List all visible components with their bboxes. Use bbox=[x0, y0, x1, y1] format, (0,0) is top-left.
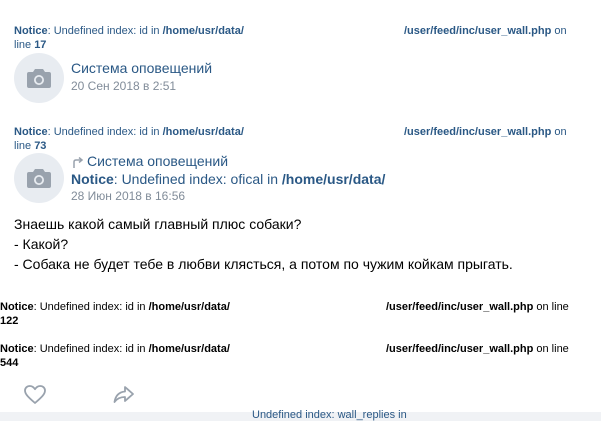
notice-line-prefix: line bbox=[14, 39, 35, 51]
notice-file: /user/feed/inc/user_wall.php bbox=[404, 126, 552, 138]
notice-text: : Undefined index: id in bbox=[47, 25, 163, 37]
php-notice-3-line: 122 bbox=[0, 315, 18, 328]
notice-file: /user/feed/inc/user_wall.php bbox=[386, 301, 534, 313]
php-notice-3-file: /user/feed/inc/user_wall.php on line bbox=[386, 301, 569, 314]
php-notice-4-line: 544 bbox=[0, 357, 18, 370]
notice-on: on line bbox=[533, 301, 569, 313]
notice-path: /home/usr/data/ bbox=[148, 301, 230, 313]
notice-label: Notice bbox=[14, 126, 48, 138]
camera-icon bbox=[27, 69, 51, 88]
php-notice-2-file: /user/feed/inc/user_wall.php on bbox=[404, 126, 567, 139]
notice-text: : Undefined index: id in bbox=[33, 343, 149, 355]
post-author-link[interactable]: Система оповещений bbox=[87, 153, 228, 169]
notice-on: on bbox=[551, 25, 567, 37]
notice-file: /user/feed/inc/user_wall.php bbox=[404, 25, 552, 37]
notice-label: Notice bbox=[0, 301, 34, 313]
notice-line: 17 bbox=[34, 39, 47, 51]
php-notice-4: Notice: Undefined index: id in /home/usr… bbox=[0, 343, 230, 356]
notice-path: /home/usr/data/ bbox=[162, 25, 244, 37]
notice-line-prefix: line bbox=[14, 140, 35, 152]
php-notice-4-file: /user/feed/inc/user_wall.php on line bbox=[386, 343, 569, 356]
php-notice-1-line: line 17 bbox=[14, 39, 46, 52]
notice-text: : Undefined index: ofical in bbox=[113, 171, 282, 187]
notice-line: 544 bbox=[0, 357, 19, 369]
notice-path: /home/usr/data/ bbox=[281, 171, 386, 187]
notice-file: /user/feed/inc/user_wall.php bbox=[386, 343, 534, 355]
php-notice-1: Notice: Undefined index: id in /home/usr… bbox=[14, 25, 244, 38]
notice-line: 122 bbox=[0, 315, 19, 327]
post-text-line: - Собака не будет тебе в любви клясться,… bbox=[14, 256, 513, 272]
notice-on: on bbox=[551, 126, 567, 138]
avatar[interactable] bbox=[14, 53, 64, 103]
php-notice-2: Notice: Undefined index: id in /home/usr… bbox=[14, 126, 244, 139]
php-notice-3: Notice: Undefined index: id in /home/usr… bbox=[0, 301, 230, 314]
notice-text: : Undefined index: id in bbox=[47, 126, 163, 138]
avatar[interactable] bbox=[14, 153, 64, 203]
php-notice-2-line: line 73 bbox=[14, 140, 46, 153]
post-author-link[interactable]: Система оповещений bbox=[71, 60, 212, 76]
share-icon[interactable] bbox=[113, 386, 135, 404]
post-date[interactable]: 20 Сен 2018 в 2:51 bbox=[71, 79, 176, 93]
post-text-line: Знаешь какой самый главный плюс собаки? bbox=[14, 216, 302, 232]
notice-path: /home/usr/data/ bbox=[148, 343, 230, 355]
notice-label: Notice bbox=[71, 171, 114, 187]
notice-on: on line bbox=[533, 343, 569, 355]
notice-path: /home/usr/data/ bbox=[162, 126, 244, 138]
heart-icon[interactable] bbox=[24, 385, 46, 405]
post-text-line: - Какой? bbox=[14, 236, 69, 252]
notice-line: 73 bbox=[34, 140, 47, 152]
notice-label: Notice bbox=[14, 25, 48, 37]
php-notice-bottom: Undefined index: wall_replies in bbox=[252, 409, 407, 421]
notice-label: Notice bbox=[0, 343, 34, 355]
php-notice-1-file: /user/feed/inc/user_wall.php on bbox=[404, 25, 567, 38]
php-notice-inline: Notice: Undefined index: ofical in /home… bbox=[71, 171, 385, 187]
repost-icon bbox=[73, 157, 84, 168]
post-text: Знаешь какой самый главный плюс собаки? … bbox=[14, 214, 513, 274]
post-date[interactable]: 28 Июн 2018 в 16:56 bbox=[71, 189, 185, 203]
notice-text: : Undefined index: id in bbox=[33, 301, 149, 313]
camera-icon bbox=[27, 169, 51, 188]
